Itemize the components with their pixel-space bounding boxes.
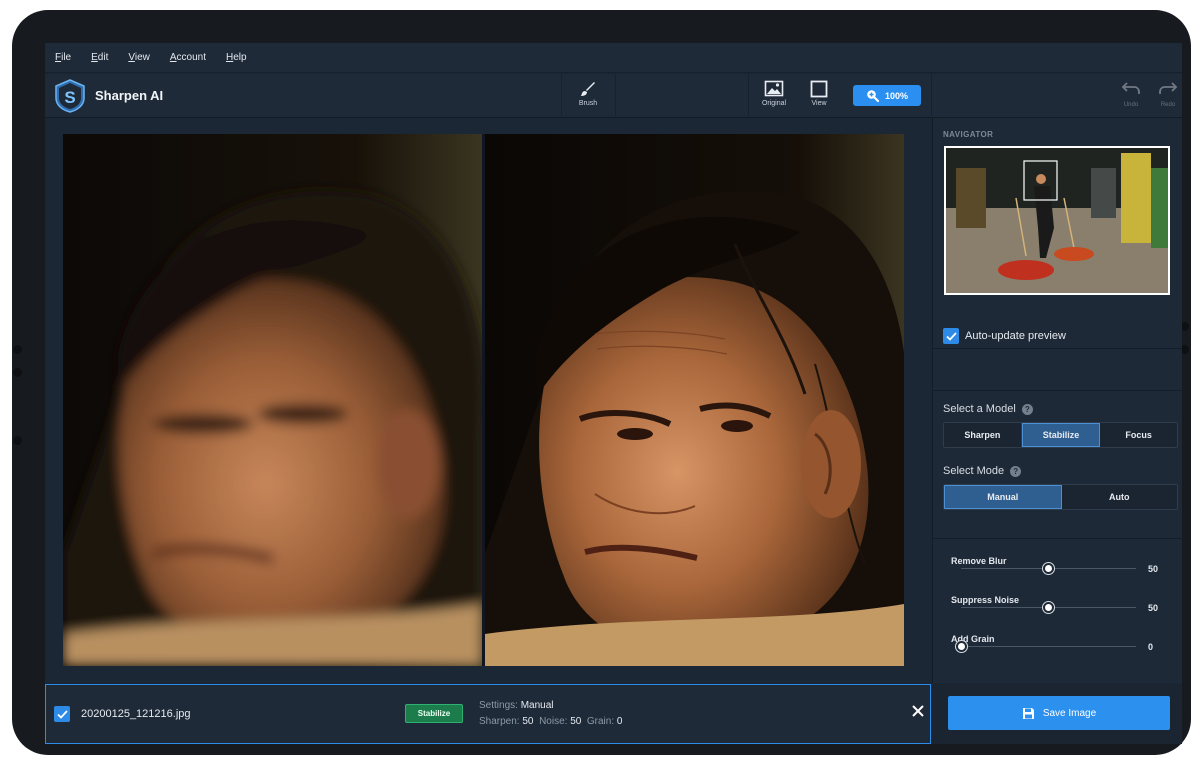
checkmark-icon [945, 331, 957, 341]
file-checkbox[interactable] [54, 706, 70, 722]
undo-label: Undo [1123, 102, 1139, 108]
device-frame: File Edit View Account Help S Sharpen AI… [12, 10, 1191, 755]
brush-label: Brush [578, 100, 598, 107]
slider-label: Suppress Noise [951, 595, 1020, 605]
device-button [13, 345, 22, 354]
mode-selector: Manual Auto [943, 484, 1178, 510]
file-name: 20200125_121216.jpg [81, 708, 191, 720]
panel-divider [933, 348, 1182, 349]
svg-text:S: S [64, 88, 75, 107]
brush-icon [581, 82, 595, 96]
redo-icon [1159, 82, 1178, 94]
model-section-label: Select a Model ? [943, 403, 1033, 415]
zoom-icon [867, 90, 879, 102]
menu-edit[interactable]: Edit [91, 52, 108, 63]
zoom-level: 100% [884, 90, 909, 101]
model-sharpen-button[interactable]: Sharpen [944, 423, 1022, 447]
app-window: File Edit View Account Help S Sharpen AI… [45, 43, 1182, 744]
slider-value: 50 [1148, 564, 1159, 574]
slider-track[interactable] [961, 646, 1136, 647]
save-area: Save Image [932, 684, 1182, 744]
slider-thumb[interactable] [955, 641, 967, 652]
save-label: Save Image [1042, 707, 1097, 719]
undo-icon [1121, 82, 1140, 94]
menu-bar: File Edit View Account Help [45, 43, 1182, 73]
save-image-button[interactable]: Save Image [948, 696, 1170, 730]
checkbox-checked[interactable] [943, 328, 959, 344]
toolbar-divider [615, 74, 616, 118]
grain-value: 0 [616, 716, 623, 727]
device-button [13, 436, 22, 445]
help-icon[interactable]: ? [1010, 465, 1022, 477]
single-view-icon [810, 80, 828, 98]
slider-value: 50 [1148, 603, 1159, 613]
model-label: Select a Model [943, 403, 1016, 415]
settings-panel: NAVIGATOR Auto-update preview Select a M… [932, 118, 1182, 683]
add-grain-slider: Add Grain 0 [951, 629, 1166, 652]
menu-account[interactable]: Account [170, 52, 206, 63]
navigator-thumbnail[interactable] [944, 146, 1170, 295]
original-preview[interactable] [63, 134, 482, 666]
close-icon[interactable] [912, 705, 924, 717]
toolbar: S Sharpen AI Brush Original View 100% Un… [45, 74, 1182, 118]
toolbar-divider [931, 74, 932, 118]
remove-blur-slider: Remove Blur 50 [951, 551, 1166, 574]
model-badge: Stabilize [405, 704, 463, 723]
mode-section-label: Select Mode ? [943, 465, 1022, 477]
mode-label: Select Mode [943, 465, 1005, 477]
file-settings-summary: Settings: Manual Sharpen: 50 Noise: 50 G… [479, 698, 622, 730]
redo-button[interactable]: Redo [1155, 80, 1181, 108]
help-icon[interactable]: ? [1021, 403, 1033, 415]
original-label: Original [761, 100, 787, 107]
mode-manual-button[interactable]: Manual [944, 485, 1062, 509]
model-selector: Sharpen Stabilize Focus [943, 422, 1178, 448]
model-focus-button[interactable]: Focus [1100, 423, 1177, 447]
sharpened-portrait-image [485, 134, 904, 666]
brush-button[interactable]: Brush [565, 80, 611, 114]
device-button [13, 368, 22, 377]
preview-canvas[interactable] [45, 118, 931, 683]
blurred-portrait-image [63, 134, 482, 666]
redo-label: Redo [1160, 102, 1176, 108]
menu-view[interactable]: View [128, 52, 150, 63]
zoom-button[interactable]: 100% [853, 85, 921, 106]
settings-label: Settings: [479, 700, 518, 711]
navigator-title: NAVIGATOR [943, 130, 994, 139]
processed-preview[interactable] [485, 134, 904, 666]
mode-auto-button[interactable]: Auto [1061, 485, 1177, 509]
noise-label: Noise: [539, 716, 568, 727]
original-button[interactable]: Original [751, 80, 797, 114]
view-label: View [811, 100, 827, 107]
app-title: Sharpen AI [95, 88, 164, 103]
suppress-noise-slider: Suppress Noise 50 [951, 590, 1166, 613]
settings-value: Manual [520, 700, 554, 711]
auto-update-checkbox[interactable]: Auto-update preview [943, 328, 1066, 344]
slider-thumb[interactable] [1043, 602, 1054, 613]
sharpen-label: Sharpen: [479, 716, 520, 727]
menu-help[interactable]: Help [226, 52, 247, 63]
noise-value: 50 [570, 716, 582, 727]
slider-thumb[interactable] [1043, 563, 1054, 574]
grain-label: Grain: [586, 716, 615, 727]
auto-update-label: Auto-update preview [965, 330, 1066, 342]
slider-value: 0 [1148, 642, 1154, 652]
file-queue-item[interactable]: 20200125_121216.jpg Stabilize Settings: … [45, 684, 931, 744]
undo-button[interactable]: Undo [1118, 80, 1144, 108]
sharpen-logo-icon: S [55, 79, 85, 113]
scene-thumbnail-image [946, 148, 1168, 293]
view-button[interactable]: View [796, 80, 842, 114]
image-icon [764, 80, 784, 97]
menu-file[interactable]: File [55, 52, 71, 63]
panel-divider [933, 538, 1182, 539]
panel-divider [933, 390, 1182, 391]
slider-label: Remove Blur [951, 556, 1007, 566]
toolbar-divider [748, 74, 749, 118]
model-stabilize-button[interactable]: Stabilize [1021, 423, 1101, 447]
checkmark-icon [56, 709, 68, 719]
save-disk-icon [1022, 707, 1034, 719]
sharpen-value: 50 [522, 716, 534, 727]
toolbar-divider [561, 74, 562, 118]
